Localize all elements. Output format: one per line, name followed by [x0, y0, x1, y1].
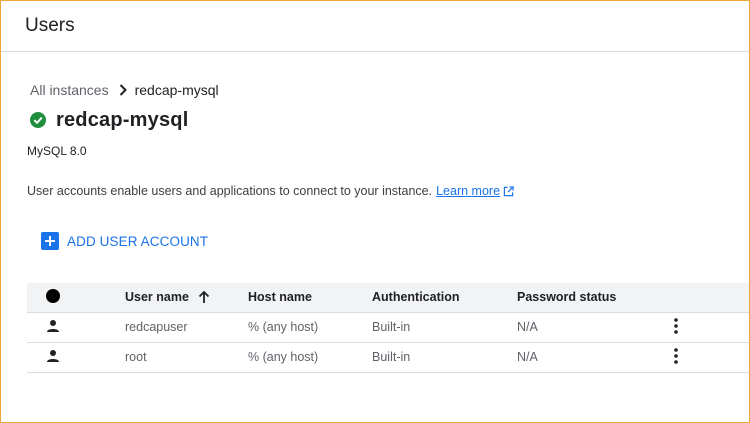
column-header-actions [673, 283, 749, 312]
add-user-account-label: ADD USER ACCOUNT [67, 233, 209, 249]
person-icon [46, 319, 60, 333]
user-name-header-label: User name [125, 290, 189, 305]
more-vert-icon[interactable] [674, 317, 678, 334]
breadcrumb-all-instances-link[interactable]: All instances [30, 82, 109, 98]
more-vert-icon[interactable] [674, 347, 678, 364]
table-row: root % (any host) Built-in N/A [27, 342, 749, 372]
instance-title-row: redcap-mysql [30, 108, 749, 132]
plus-icon [41, 232, 59, 250]
user-cell-icon [27, 342, 125, 372]
row-actions-cell [673, 342, 749, 372]
password-status-cell: N/A [517, 350, 538, 364]
learn-more-label: Learn more [436, 184, 501, 198]
instance-version: MySQL 8.0 [27, 144, 87, 158]
table-row: redcapuser % (any host) Built-in N/A [27, 312, 749, 342]
external-link-icon [503, 185, 514, 196]
app-window: Users All instances redcap-mysql redcap-… [0, 0, 750, 423]
password-status-cell: N/A [517, 320, 538, 334]
person-icon [46, 349, 60, 363]
main-content: All instances redcap-mysql redcap-mysql … [1, 81, 749, 252]
column-header-user-name[interactable]: User name [125, 283, 248, 312]
user-name-cell: redcapuser [125, 320, 188, 334]
authentication-cell: Built-in [372, 320, 411, 334]
host-name-cell: % (any host) [248, 320, 319, 334]
row-actions-cell [673, 312, 749, 342]
table-header-row: User name Host name Authentication Passw… [27, 283, 749, 312]
column-header-host-name[interactable]: Host name [248, 283, 372, 312]
learn-more-link[interactable]: Learn more [436, 184, 514, 198]
description: User accounts enable users and applicati… [27, 184, 749, 198]
check-circle-icon [30, 112, 46, 128]
sort-arrow-up-icon[interactable] [198, 290, 210, 304]
users-table: User name Host name Authentication Passw… [27, 283, 749, 373]
add-user-account-button[interactable]: ADD USER ACCOUNT [41, 232, 208, 250]
page-header: Users [1, 1, 749, 52]
description-text: User accounts enable users and applicati… [27, 184, 433, 198]
breadcrumb: All instances redcap-mysql [30, 81, 749, 99]
status-column-header [27, 283, 125, 312]
user-cell-icon [27, 312, 125, 342]
instance-name: redcap-mysql [56, 108, 189, 131]
page-title: Users [25, 15, 75, 36]
user-name-cell: root [125, 350, 147, 364]
column-header-authentication[interactable]: Authentication [372, 283, 517, 312]
breadcrumb-current: redcap-mysql [134, 82, 219, 98]
status-circle-icon [46, 288, 60, 303]
column-header-password-status[interactable]: Password status [517, 283, 673, 312]
chevron-right-icon [119, 84, 127, 96]
authentication-cell: Built-in [372, 350, 411, 364]
host-name-cell: % (any host) [248, 350, 319, 364]
